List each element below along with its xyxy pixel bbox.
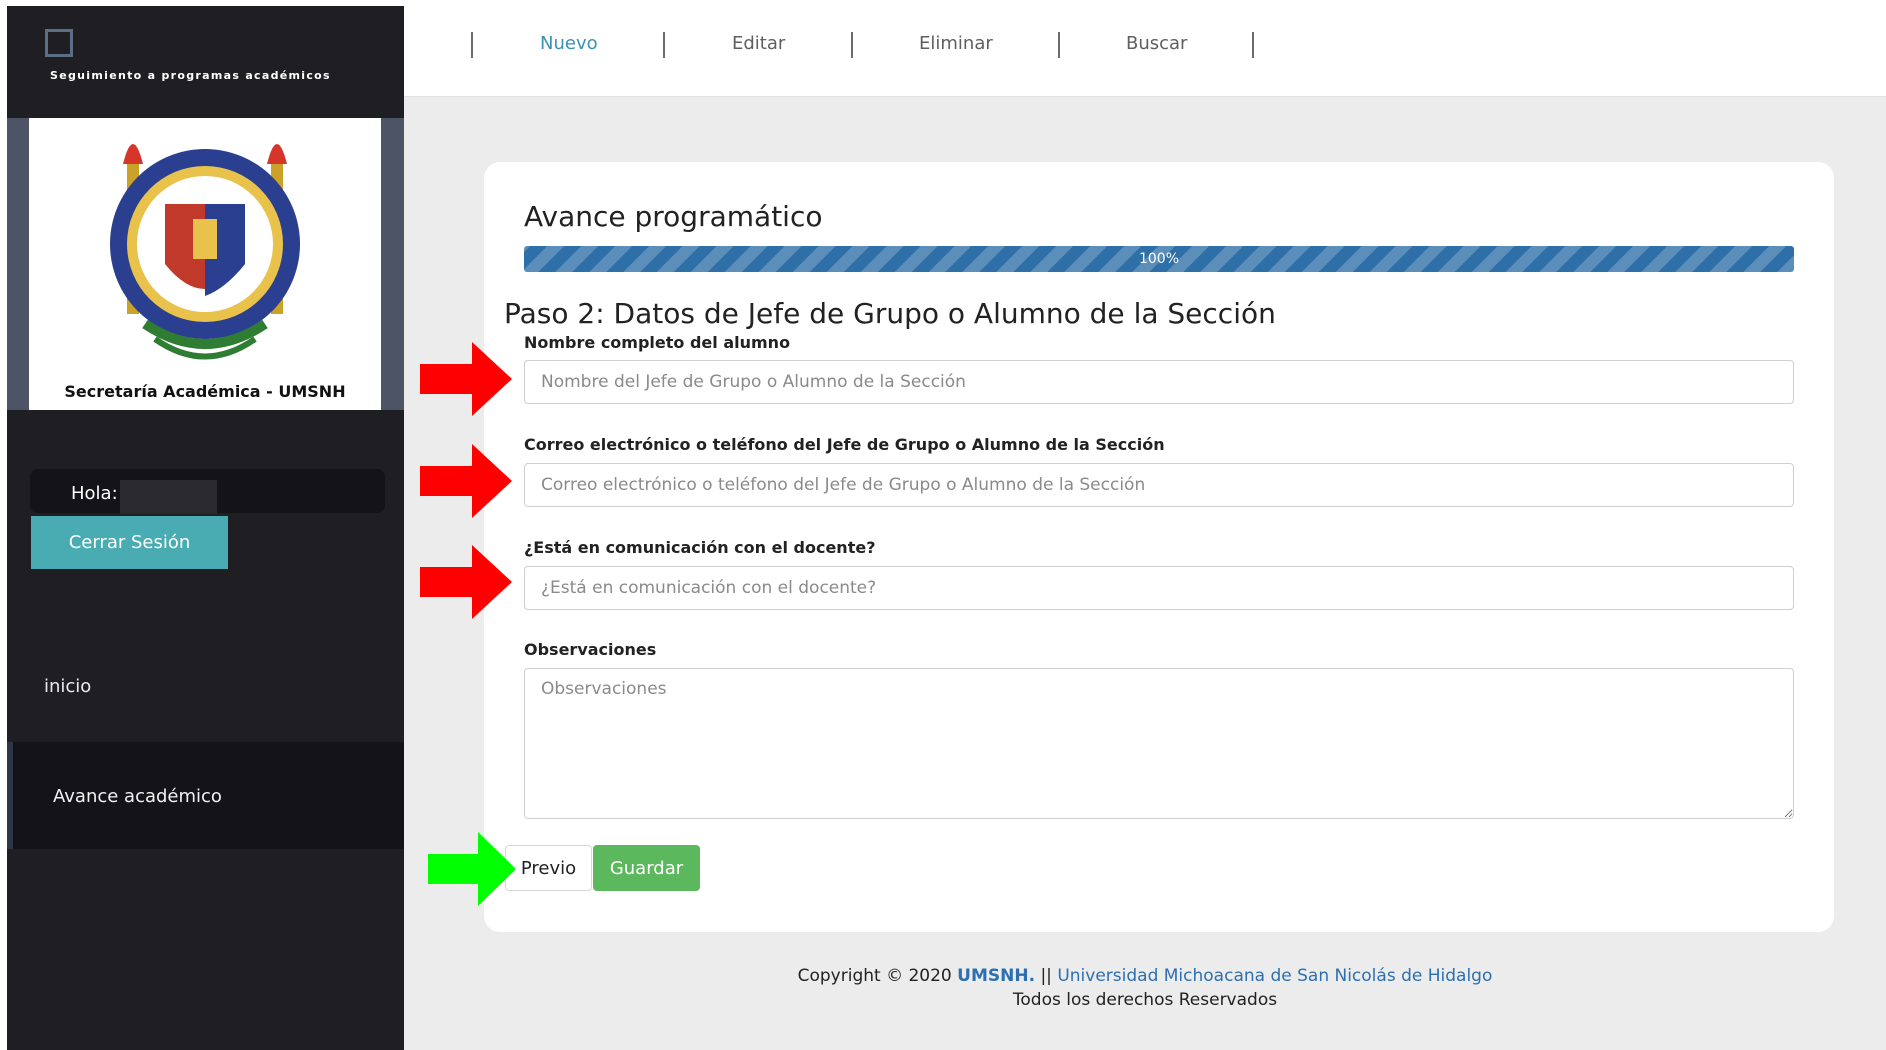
save-button[interactable]: Guardar xyxy=(593,845,700,891)
logo-box: Secretaría Académica - UMSNH xyxy=(29,118,381,410)
red-arrow-icon xyxy=(420,444,512,518)
tab-divider xyxy=(851,32,853,58)
progress-label: 100% xyxy=(1138,251,1180,267)
progress-bar: 100% xyxy=(524,246,1794,272)
footer-brand-link[interactable]: UMSNH. xyxy=(957,966,1035,986)
tab-editar[interactable]: Editar xyxy=(732,33,785,54)
tab-divider xyxy=(1058,32,1060,58)
contact-input[interactable] xyxy=(524,463,1794,507)
logout-button[interactable]: Cerrar Sesión xyxy=(31,516,228,569)
logo-frame: Secretaría Académica - UMSNH xyxy=(7,118,404,410)
teacher-communication-input[interactable] xyxy=(524,566,1794,610)
previous-button[interactable]: Previo xyxy=(505,845,592,891)
teacher-communication-label: ¿Está en comunicación con el docente? xyxy=(524,538,876,557)
sidebar: Seguimiento a programas académicos Secre… xyxy=(7,6,404,1050)
footer-copyright-text: Copyright © 2020 xyxy=(797,966,952,986)
tab-divider xyxy=(471,32,473,58)
observations-textarea[interactable] xyxy=(524,668,1794,819)
footer-university-link[interactable]: Universidad Michoacana de San Nicolás de… xyxy=(1057,966,1492,986)
top-toolbar: Nuevo Editar Eliminar Buscar xyxy=(404,0,1886,97)
form-title: Avance programático xyxy=(524,200,823,233)
sidebar-item-label: Avance académico xyxy=(53,786,222,807)
tab-nuevo[interactable]: Nuevo xyxy=(540,33,598,54)
red-arrow-icon xyxy=(420,342,512,416)
tab-divider xyxy=(663,32,665,58)
sidebar-item-avance-academico[interactable]: Avance académico xyxy=(7,742,404,849)
sidebar-item-inicio[interactable]: inicio xyxy=(44,676,91,697)
footer-separator: || xyxy=(1040,966,1052,986)
brand-title: Seguimiento a programas académicos xyxy=(50,69,331,82)
green-arrow-icon xyxy=(428,832,516,906)
brand-square-icon xyxy=(45,29,73,57)
step-title: Paso 2: Datos de Jefe de Grupo o Alumno … xyxy=(504,297,1276,330)
tab-buscar[interactable]: Buscar xyxy=(1126,33,1187,54)
student-name-label: Nombre completo del alumno xyxy=(524,333,791,352)
tab-divider xyxy=(1252,32,1254,58)
observations-label: Observaciones xyxy=(524,640,657,659)
redacted-username xyxy=(120,480,217,514)
contact-label: Correo electrónico o teléfono del Jefe d… xyxy=(524,435,1165,454)
student-name-input[interactable] xyxy=(524,360,1794,404)
footer-rights: Todos los derechos Reservados xyxy=(1012,990,1278,1010)
tab-eliminar[interactable]: Eliminar xyxy=(919,33,993,54)
logo-caption: Secretaría Académica - UMSNH xyxy=(64,382,346,401)
red-arrow-icon xyxy=(420,545,512,619)
footer-copyright: Copyright © 2020 UMSNH. || Universidad M… xyxy=(404,966,1886,986)
university-seal-icon xyxy=(110,144,300,360)
greeting-label: Hola: xyxy=(71,483,118,504)
